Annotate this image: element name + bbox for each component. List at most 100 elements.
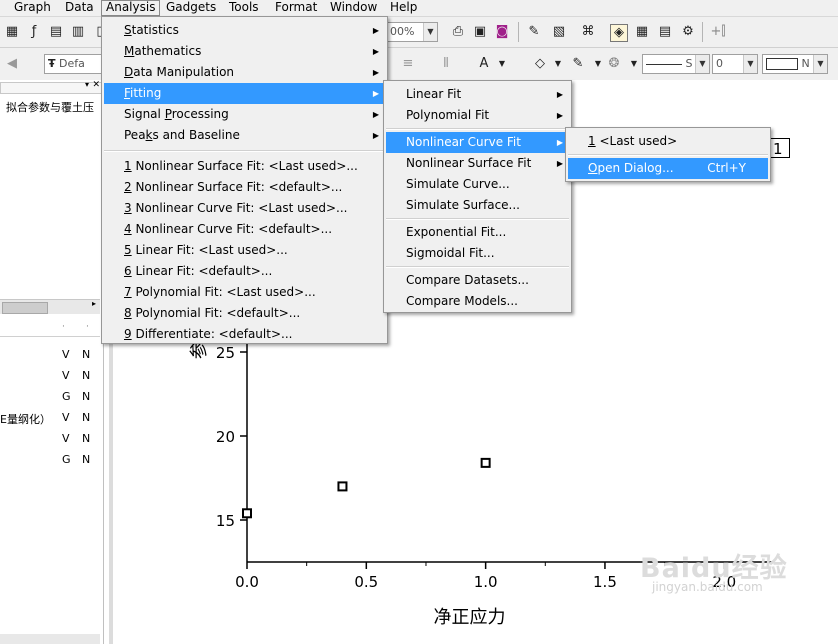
menu-item-label: Peaks and Baseline	[124, 128, 240, 142]
chevron-down-icon[interactable]: ▼	[494, 56, 510, 72]
scroll-right-icon[interactable]: ▸	[92, 299, 96, 308]
export-icon[interactable]: ▣	[472, 24, 488, 40]
list-item[interactable]: E量纲化） V N	[0, 411, 100, 429]
menu-item-label: Fitting	[124, 86, 162, 100]
menu-item-fitting[interactable]: Fitting ▶	[104, 83, 385, 104]
menu-window[interactable]: Window	[326, 0, 381, 16]
panel-header-bar: ▾ ✕	[0, 80, 102, 94]
menu-item-nonlinear-curve-fit[interactable]: Nonlinear Curve Fit ▶	[386, 132, 569, 153]
menu-item-open-dialog[interactable]: Open Dialog... Ctrl+Y	[568, 158, 768, 179]
color-combo[interactable]: N ▼	[762, 54, 828, 74]
x-axis-label: 净正应力	[434, 607, 506, 628]
line-style-combo[interactable]: S ▼	[642, 54, 710, 74]
menu-bar: Graph Data Analysis Gadgets Tools Format Windo…	[0, 0, 838, 17]
layout-icon[interactable]: ▧	[551, 24, 567, 40]
line-width-combo[interactable]: 0 ▼	[712, 54, 758, 74]
column-icon[interactable]: ⦀	[438, 56, 454, 72]
fill-color-icon[interactable]: ◇	[532, 56, 548, 72]
menu-item-sigmoidal-fit[interactable]: Sigmoidal Fit...	[386, 243, 569, 264]
submenu-arrow-icon: ▶	[372, 47, 379, 56]
menu-item-label: 8 Polynomial Fit: <default>...	[124, 306, 301, 320]
menu-item-statistics[interactable]: Statistics ▶	[104, 20, 385, 41]
back-arrow-icon[interactable]: ◀	[4, 56, 20, 72]
menu-item-mathematics[interactable]: Mathematics ▶	[104, 41, 385, 62]
menu-item-label: 6 Linear Fit: <default>...	[124, 264, 273, 278]
menu-item-nonlinear-surface-fit[interactable]: Nonlinear Surface Fit ▶	[386, 153, 569, 174]
add-layer-icon[interactable]: +⫿	[710, 24, 726, 40]
new-document-icon[interactable]: ▤	[48, 24, 64, 40]
grid-icon[interactable]: ▦	[4, 24, 20, 40]
list-item[interactable]: GN	[0, 390, 100, 408]
bottom-scrollbar[interactable]	[0, 634, 100, 644]
menu-item-last-used[interactable]: 1 <Last used>	[568, 131, 768, 152]
list-item-type: V	[62, 432, 70, 445]
copy-page-icon[interactable]: ◙	[494, 24, 510, 40]
function-icon[interactable]: ƒ	[26, 24, 42, 40]
recent-fit-item[interactable]: 7 Polynomial Fit: <Last used>...	[104, 282, 385, 303]
edit-icon[interactable]: ✎	[526, 24, 542, 40]
recent-fit-item[interactable]: 2 Nonlinear Surface Fit: <default>...	[104, 177, 385, 198]
menu-item-exponential-fit[interactable]: Exponential Fit...	[386, 222, 569, 243]
recent-fit-item[interactable]: 9 Differentiate: <default>...	[104, 324, 385, 345]
chevron-down-icon[interactable]: ▼	[590, 56, 606, 72]
chevron-down-icon[interactable]: ▼	[626, 56, 642, 72]
horizontal-scrollbar[interactable]: ▸	[0, 299, 100, 314]
settings-gear-icon[interactable]: ⚙	[680, 24, 696, 40]
menu-separator	[104, 150, 385, 152]
recent-fit-item[interactable]: 4 Nonlinear Curve Fit: <default>...	[104, 219, 385, 240]
results-log-icon[interactable]: ◈	[610, 24, 628, 42]
menu-item-simulate-surface[interactable]: Simulate Surface...	[386, 195, 569, 216]
list-item[interactable]: VN	[0, 369, 100, 387]
menu-graph[interactable]: Graph	[10, 0, 55, 16]
recent-fit-item[interactable]: 8 Polynomial Fit: <default>...	[104, 303, 385, 324]
project-explorer-panel: ▾ ✕ 拟合参数与覆土压 ▸ · · V N V N G N E量纲化） V N V N G N	[0, 80, 104, 644]
subscript-icon[interactable]: ≡	[400, 56, 416, 72]
list-item[interactable]: GN	[0, 453, 100, 471]
toolbar-separator	[518, 22, 519, 42]
menu-analysis[interactable]: Analysis	[101, 0, 161, 16]
menu-item-signal-processing[interactable]: Signal Processing ▶	[104, 104, 385, 125]
menu-item-label: Statistics	[124, 23, 179, 37]
pattern-icon[interactable]: ❂	[606, 56, 622, 72]
menu-item-compare-models[interactable]: Compare Models...	[386, 291, 569, 312]
recent-fit-item[interactable]: 3 Nonlinear Curve Fit: <Last used>...	[104, 198, 385, 219]
menu-item-simulate-curve[interactable]: Simulate Curve...	[386, 174, 569, 195]
worksheet-icon[interactable]: ▦	[634, 24, 650, 40]
chevron-down-icon: ▼	[743, 55, 757, 73]
chevron-down-icon[interactable]: ▾	[85, 80, 89, 89]
menu-item-compare-datasets[interactable]: Compare Datasets...	[386, 270, 569, 291]
menu-gadgets[interactable]: Gadgets	[162, 0, 220, 16]
menu-item-polynomial-fit[interactable]: Polynomial Fit ▶	[386, 105, 569, 126]
recent-fit-item[interactable]: 5 Linear Fit: <Last used>...	[104, 240, 385, 261]
menu-item-data-manipulation[interactable]: Data Manipulation ▶	[104, 62, 385, 83]
list-item[interactable]: VN	[0, 348, 100, 366]
watermark-url: jingyan.baidu.com	[652, 580, 763, 594]
recent-fit-item[interactable]: 1 Nonlinear Surface Fit: <Last used>...	[104, 156, 385, 177]
menu-format[interactable]: Format	[271, 0, 321, 16]
menu-data[interactable]: Data	[61, 0, 98, 16]
notes-icon[interactable]: ▤	[657, 24, 673, 40]
close-icon[interactable]: ✕	[92, 80, 100, 90]
menu-item-label: Simulate Curve...	[406, 177, 510, 191]
chevron-down-icon[interactable]: ▼	[550, 56, 566, 72]
menu-item-linear-fit[interactable]: Linear Fit ▶	[386, 84, 569, 105]
list-item-flag: N	[82, 390, 91, 403]
menu-tools[interactable]: Tools	[225, 0, 263, 16]
menu-help[interactable]: Help	[386, 0, 421, 16]
list-item-flag: N	[82, 453, 91, 466]
open-document-icon[interactable]: ▥	[70, 24, 86, 40]
zoom-combo[interactable]: 00% ▼	[386, 22, 438, 42]
recent-fit-item[interactable]: 6 Linear Fit: <default>...	[104, 261, 385, 282]
menu-item-peaks-and-baseline[interactable]: Peaks and Baseline ▶	[104, 125, 385, 146]
list-item[interactable]: VN	[0, 432, 100, 450]
font-color-icon[interactable]: A	[476, 56, 492, 72]
submenu-arrow-icon: ▶	[556, 159, 563, 168]
menu-item-label: Sigmoidal Fit...	[406, 246, 495, 260]
x-tick-label: 1.0	[474, 573, 498, 591]
folder-title[interactable]: 拟合参数与覆土压	[6, 99, 94, 115]
line-color-icon[interactable]: ✎	[570, 56, 586, 72]
print-icon[interactable]: ⎙	[450, 24, 466, 40]
scrollbar-thumb[interactable]	[2, 302, 48, 314]
font-combo[interactable]: Ŧ Defa	[44, 54, 102, 74]
project-tree-icon[interactable]: ⌘	[580, 24, 596, 40]
